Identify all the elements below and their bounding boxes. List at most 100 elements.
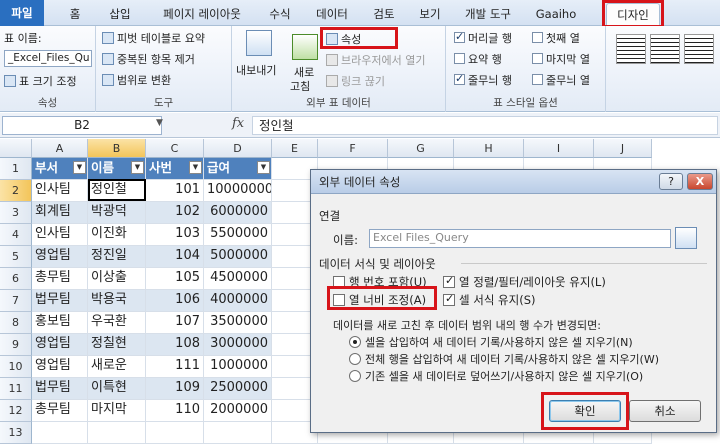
table-header-cell[interactable]: 부서 ▼ [32,158,88,180]
table-cell[interactable]: 10000000 [204,180,272,202]
table-cell[interactable]: 1000000 [204,356,272,378]
tab-insert[interactable]: 삽입 [102,3,138,25]
header-row-checkbox[interactable]: 머리글 행 [454,30,512,46]
table-cell[interactable]: 인사팀 [32,224,88,246]
tab-review[interactable]: 검토 [368,3,400,25]
table-cell[interactable]: 새로운 [88,356,146,378]
table-cell[interactable]: 110 [146,400,204,422]
table-cell[interactable]: 법무팀 [32,378,88,400]
adjust-column-width-checkbox[interactable]: 열 너비 조정(A) [333,292,426,308]
row-header-2[interactable]: 2 [0,180,32,202]
filter-dropdown-icon[interactable]: ▼ [257,161,270,174]
unlink-button[interactable]: 링크 끊기 [326,73,385,89]
total-row-checkbox[interactable]: 요약 행 [454,51,502,67]
overwrite-cells-radio[interactable]: 기존 셀을 새 데이터로 덮어쓰기/사용하지 않은 셀 지우기(O) [349,368,643,384]
empty-cell[interactable] [88,422,146,444]
table-cell[interactable]: 박광덕 [88,202,146,224]
open-in-browser-button[interactable]: 브라우저에서 열기 [326,52,425,68]
preserve-sort-checkbox[interactable]: 열 정렬/필터/레이아웃 유지(L) [443,274,606,290]
table-cell[interactable]: 이특현 [88,378,146,400]
cancel-button[interactable]: 취소 [629,400,701,422]
connection-properties-icon[interactable] [675,227,697,249]
table-cell[interactable]: 109 [146,378,204,400]
row-header-10[interactable]: 10 [0,356,32,378]
connection-name-input[interactable]: Excel Files_Query [369,229,671,248]
table-header-cell[interactable]: 급여 ▼ [204,158,272,180]
column-header-c[interactable]: C [146,139,204,158]
table-cell[interactable]: 2500000 [204,378,272,400]
empty-cell[interactable] [204,422,272,444]
table-cell[interactable]: 111 [146,356,204,378]
table-cell[interactable]: 102 [146,202,204,224]
row-header-9[interactable]: 9 [0,334,32,356]
insert-cells-radio[interactable]: 셀을 삽입하여 새 데이터 기록/사용하지 않은 셀 지우기(N) [349,334,633,350]
row-header-7[interactable]: 7 [0,290,32,312]
empty-cell[interactable] [32,422,88,444]
tab-view[interactable]: 보기 [414,3,446,25]
table-cell[interactable]: 회계팀 [32,202,88,224]
column-header-d[interactable]: D [204,139,272,158]
table-cell[interactable]: 총무팀 [32,268,88,290]
row-header-12[interactable]: 12 [0,400,32,422]
resize-table-button[interactable]: 표 크기 조정 [4,73,77,89]
column-header-j[interactable]: J [594,139,652,158]
column-header-g[interactable]: G [388,139,454,158]
table-cell[interactable]: 영업팀 [32,356,88,378]
tab-design[interactable]: 디자인 [606,3,660,25]
table-cell[interactable]: 정인철 [88,180,146,202]
last-column-checkbox[interactable]: 마지막 열 [532,51,590,67]
row-header-5[interactable]: 5 [0,246,32,268]
table-cell[interactable]: 영업팀 [32,334,88,356]
filter-dropdown-icon[interactable]: ▼ [73,161,86,174]
table-cell[interactable]: 인사팀 [32,180,88,202]
insert-rows-radio[interactable]: 전체 행을 삽입하여 새 데이터 기록/사용하지 않은 셀 지우기(W) [349,351,659,367]
table-style-swatch-3[interactable] [684,34,714,64]
table-cell[interactable]: 2000000 [204,400,272,422]
empty-cell[interactable] [146,422,204,444]
tab-data[interactable]: 데이터 [310,3,354,25]
row-header-4[interactable]: 4 [0,224,32,246]
tab-gaaiho[interactable]: Gaaiho [530,3,582,25]
select-all-corner[interactable] [0,139,32,158]
name-box-dropdown-icon[interactable]: ▼ [156,118,163,128]
refresh-button-line2[interactable]: 고침 [290,78,310,94]
column-header-f[interactable]: F [318,139,388,158]
table-cell[interactable]: 홍보팀 [32,312,88,334]
column-header-e[interactable]: E [272,139,318,158]
column-header-a[interactable]: A [32,139,88,158]
formula-input[interactable]: 정인철 [252,116,718,135]
dialog-help-button[interactable]: ? [659,173,683,190]
table-cell[interactable]: 박용국 [88,290,146,312]
filter-dropdown-icon[interactable]: ▼ [189,161,202,174]
table-cell[interactable]: 4500000 [204,268,272,290]
row-header-11[interactable]: 11 [0,378,32,400]
table-cell[interactable]: 이진화 [88,224,146,246]
table-cell[interactable]: 우국환 [88,312,146,334]
table-cell[interactable]: 이상출 [88,268,146,290]
table-name-input[interactable]: _Excel_Files_Qu [4,50,92,67]
row-header-13[interactable]: 13 [0,422,32,444]
pivot-summary-button[interactable]: 피벗 테이블로 요약 [102,30,205,46]
banded-rows-checkbox[interactable]: 줄무늬 행 [454,72,512,88]
table-cell[interactable]: 108 [146,334,204,356]
name-box[interactable]: B2 [2,116,162,135]
row-header-3[interactable]: 3 [0,202,32,224]
table-cell[interactable]: 5500000 [204,224,272,246]
tab-developer[interactable]: 개발 도구 [458,3,518,25]
table-cell[interactable]: 영업팀 [32,246,88,268]
table-header-cell[interactable]: 사번 ▼ [146,158,204,180]
table-style-swatch-2[interactable] [650,34,680,64]
table-cell[interactable]: 103 [146,224,204,246]
table-style-swatch-1[interactable] [616,34,646,64]
external-properties-button[interactable]: 속성 [326,31,361,47]
table-cell[interactable]: 104 [146,246,204,268]
row-header-1[interactable]: 1 [0,158,32,180]
table-cell[interactable]: 정진일 [88,246,146,268]
dialog-close-button[interactable]: X [687,173,713,190]
preserve-format-checkbox[interactable]: 셀 서식 유지(S) [443,292,535,308]
tab-page-layout[interactable]: 페이지 레이아웃 [150,3,254,25]
table-header-cell[interactable]: 이름 ▼ [88,158,146,180]
fx-icon[interactable]: fx [232,116,244,131]
row-numbers-checkbox[interactable]: 행 번호 포함(U) [333,274,427,290]
export-button[interactable]: 내보내기 [236,62,276,78]
